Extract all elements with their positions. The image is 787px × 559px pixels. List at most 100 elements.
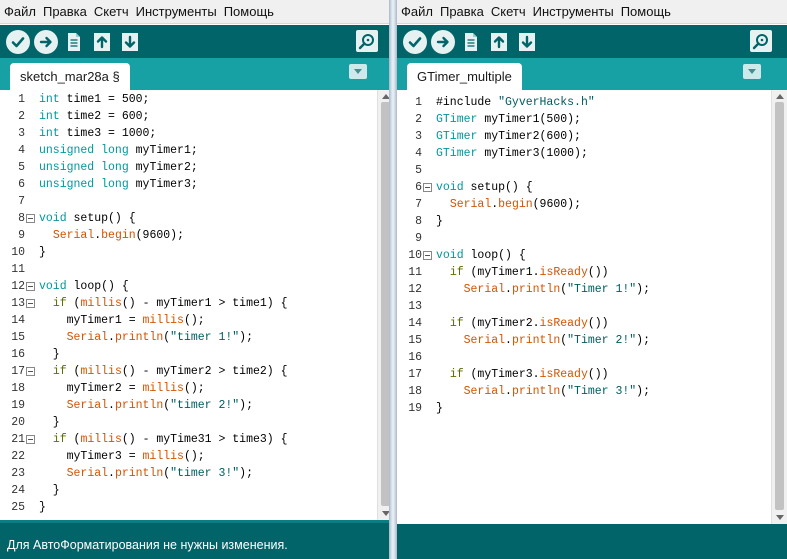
code-text: GTimer myTimer3(1000); xyxy=(436,147,588,160)
code-line[interactable]: 3 GTimer myTimer2(600); xyxy=(397,128,581,145)
code-line[interactable]: 17 if (millis() - myTimer2 > time2) { xyxy=(0,363,287,380)
code-text: Serial.begin(9600); xyxy=(449,198,581,211)
code-text: void setup() { xyxy=(436,181,533,194)
code-line[interactable]: 19 Serial.println("timer 2!"); xyxy=(0,397,253,414)
line-number: 10 xyxy=(408,249,422,262)
upload-button[interactable] xyxy=(34,29,58,54)
code-line[interactable]: 21 if (millis() - myTime31 > time3) { xyxy=(0,431,287,448)
tab-sketch[interactable]: sketch_mar28a § xyxy=(10,63,130,90)
menu-help[interactable]: Помощь xyxy=(621,4,671,19)
scroll-up-icon[interactable] xyxy=(776,94,784,99)
tab-menu-button[interactable] xyxy=(349,64,367,79)
line-number: 3 xyxy=(415,130,422,143)
code-line[interactable]: 4 GTimer myTimer3(1000); xyxy=(397,145,588,162)
code-line[interactable]: 13 if (millis() - myTimer1 > time1) { xyxy=(0,295,287,312)
code-line[interactable]: 12 void loop() { xyxy=(0,278,129,295)
menu-tools[interactable]: Инструменты xyxy=(533,4,614,19)
code-line[interactable]: 1 #include "GyverHacks.h" xyxy=(397,94,595,111)
line-number: 17 xyxy=(11,365,25,378)
code-line[interactable]: 6 unsigned long myTimer3; xyxy=(0,176,198,193)
code-line[interactable]: 18 Serial.println("Timer 3!"); xyxy=(397,383,650,400)
fold-minus-icon[interactable] xyxy=(26,299,35,308)
code-line[interactable]: 16 } xyxy=(0,346,60,363)
fold-minus-icon[interactable] xyxy=(26,435,35,444)
menu-sketch[interactable]: Скетч xyxy=(94,4,129,19)
fold-minus-icon[interactable] xyxy=(26,214,35,223)
code-line[interactable]: 7 Serial.begin(9600); xyxy=(397,196,581,213)
line-number: 5 xyxy=(18,161,25,174)
code-line[interactable]: 8} xyxy=(397,213,443,230)
code-line[interactable]: 2 int time2 = 600; xyxy=(0,108,149,125)
code-line[interactable]: 14 myTimer1 = millis(); xyxy=(0,312,204,329)
line-number: 4 xyxy=(415,147,422,160)
tab-menu-button[interactable] xyxy=(743,64,761,79)
line-number: 17 xyxy=(408,368,422,381)
menu-sketch[interactable]: Скетч xyxy=(491,4,526,19)
magnifier-icon xyxy=(356,30,378,52)
code-line[interactable]: 19} xyxy=(397,400,443,417)
save-button[interactable] xyxy=(118,30,142,54)
code-line[interactable]: 18 myTimer2 = millis(); xyxy=(0,380,204,397)
code-line[interactable]: 22 myTimer3 = millis(); xyxy=(0,448,204,465)
upload-button[interactable] xyxy=(431,29,455,54)
menu-file[interactable]: Файл xyxy=(4,4,36,19)
serial-monitor-button[interactable] xyxy=(355,29,379,53)
code-line[interactable]: 16 xyxy=(397,349,436,366)
fold-minus-icon[interactable] xyxy=(26,367,35,376)
check-icon xyxy=(11,36,25,47)
menu-file[interactable]: Файл xyxy=(401,4,433,19)
code-line[interactable]: 23 Serial.println("timer 3!"); xyxy=(0,465,253,482)
new-button[interactable] xyxy=(62,30,86,54)
code-line[interactable]: 13 xyxy=(397,298,436,315)
menu-help[interactable]: Помощь xyxy=(224,4,274,19)
serial-monitor-button[interactable] xyxy=(749,29,773,53)
scroll-down-icon[interactable] xyxy=(776,515,784,520)
code-line[interactable]: 11 if (myTimer1.isReady()) xyxy=(397,264,608,281)
code-line[interactable]: 3 int time3 = 1000; xyxy=(0,125,156,142)
open-button[interactable] xyxy=(90,30,114,54)
code-line[interactable]: 15 Serial.println("Timer 2!"); xyxy=(397,332,650,349)
menu-tools[interactable]: Инструменты xyxy=(136,4,217,19)
line-number: 13 xyxy=(11,297,25,310)
verify-button[interactable] xyxy=(403,29,427,54)
verify-button[interactable] xyxy=(6,29,30,54)
new-button[interactable] xyxy=(459,30,483,54)
code-line[interactable]: 7 xyxy=(0,193,39,210)
code-line[interactable]: 12 Serial.println("Timer 1!"); xyxy=(397,281,650,298)
fold-minus-icon[interactable] xyxy=(423,251,432,260)
code-line[interactable]: 5 unsigned long myTimer2; xyxy=(0,159,198,176)
menu-edit[interactable]: Правка xyxy=(440,4,484,19)
line-number: 4 xyxy=(18,144,25,157)
code-text: int time2 = 600; xyxy=(39,110,150,123)
code-line[interactable]: 10} xyxy=(0,244,46,261)
code-editor[interactable]: 1 int time1 = 500; 2 int time2 = 600; 3 int t… xyxy=(0,90,393,559)
code-line[interactable]: 24 } xyxy=(0,482,60,499)
code-line[interactable]: 20 } xyxy=(0,414,60,431)
menu-edit[interactable]: Правка xyxy=(43,4,87,19)
code-line[interactable]: 6 void setup() { xyxy=(397,179,533,196)
arrow-up-icon xyxy=(94,32,110,51)
code-line[interactable]: 4 unsigned long myTimer1; xyxy=(0,142,198,159)
code-line[interactable]: 15 Serial.println("timer 1!"); xyxy=(0,329,253,346)
code-editor[interactable]: 1 #include "GyverHacks.h" 2 GTimer myTimer1… xyxy=(397,90,787,559)
code-line[interactable]: 2 GTimer myTimer1(500); xyxy=(397,111,581,128)
code-line[interactable]: 1 int time1 = 500; xyxy=(0,91,149,108)
code-line[interactable]: 14 if (myTimer2.isReady()) xyxy=(397,315,608,332)
fold-minus-icon[interactable] xyxy=(26,282,35,291)
open-button[interactable] xyxy=(487,30,511,54)
code-line[interactable]: 8 void setup() { xyxy=(0,210,136,227)
tab-sketch[interactable]: GTimer_multiple xyxy=(407,63,522,90)
scrollbar-thumb[interactable] xyxy=(775,102,784,510)
code-text: int time3 = 1000; xyxy=(39,127,157,140)
code-line[interactable]: 10 void loop() { xyxy=(397,247,526,264)
code-line[interactable]: 17 if (myTimer3.isReady()) xyxy=(397,366,608,383)
save-button[interactable] xyxy=(515,30,539,54)
line-number: 16 xyxy=(408,351,422,364)
fold-minus-icon[interactable] xyxy=(423,183,432,192)
code-line[interactable]: 9 Serial.begin(9600); xyxy=(0,227,184,244)
code-line[interactable]: 11 xyxy=(0,261,39,278)
code-line[interactable]: 25} xyxy=(0,499,46,516)
code-line[interactable]: 5 xyxy=(397,162,436,179)
vertical-scrollbar[interactable] xyxy=(771,90,787,524)
code-line[interactable]: 9 xyxy=(397,230,436,247)
